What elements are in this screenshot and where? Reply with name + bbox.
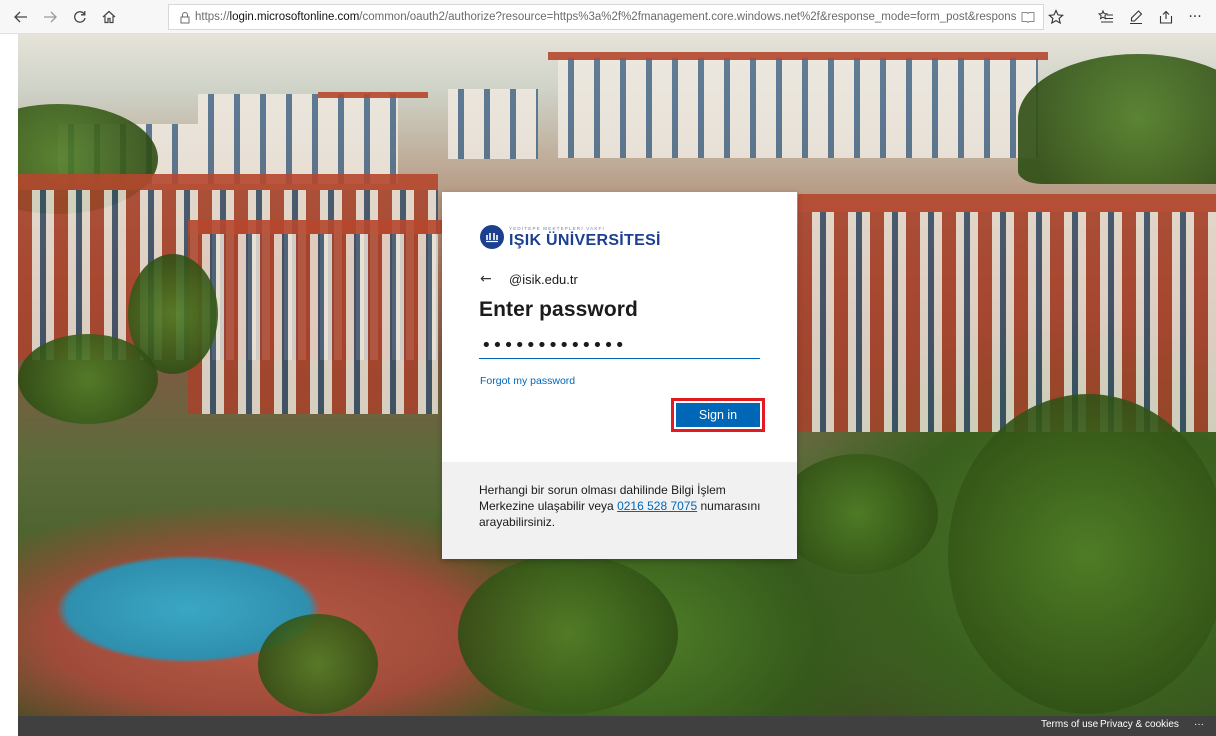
background-tree bbox=[458, 554, 678, 714]
university-logo: YEDİTEPE MEKTEPLERİ VAKFI IŞIK ÜNİVERSİT… bbox=[480, 225, 661, 249]
home-icon[interactable] bbox=[96, 4, 122, 30]
background-building bbox=[558, 58, 1038, 158]
privacy-cookies-link[interactable]: Privacy & cookies bbox=[1100, 719, 1179, 730]
help-phone-link[interactable]: 0216 528 7075 bbox=[617, 499, 697, 513]
background-tree bbox=[18, 334, 158, 424]
favorite-star-icon[interactable] bbox=[1043, 4, 1069, 30]
browser-window: https://login.microsoftonline.com/common… bbox=[0, 0, 1216, 736]
background-building bbox=[198, 94, 398, 184]
background-tree bbox=[778, 454, 938, 574]
favorites-list-icon[interactable] bbox=[1093, 4, 1119, 30]
help-text: Herhangi bir sorun olması dahilinde Bilg… bbox=[479, 482, 769, 530]
terms-of-use-link[interactable]: Terms of use bbox=[1041, 719, 1098, 730]
page-footer-bar: Terms of use Privacy & cookies ··· bbox=[18, 716, 1216, 736]
account-identity: ← @isik.edu.tr bbox=[480, 271, 578, 287]
refresh-icon[interactable] bbox=[67, 4, 93, 30]
url-scheme: https:// bbox=[195, 11, 230, 23]
signin-button[interactable]: Sign in bbox=[676, 403, 760, 427]
login-card-main: YEDİTEPE MEKTEPLERİ VAKFI IŞIK ÜNİVERSİT… bbox=[442, 192, 797, 462]
url-host: login.microsoftonline.com bbox=[229, 11, 360, 23]
account-email: @isik.edu.tr bbox=[509, 271, 578, 287]
lock-icon bbox=[175, 11, 195, 24]
forgot-password-link[interactable]: Forgot my password bbox=[480, 375, 575, 387]
background-roof bbox=[18, 174, 438, 190]
logo-university-name: IŞIK ÜNİVERSİTESİ bbox=[509, 231, 661, 249]
more-icon[interactable]: ··· bbox=[1182, 4, 1208, 30]
footer-more-icon[interactable]: ··· bbox=[1194, 719, 1204, 730]
background-tree bbox=[948, 394, 1216, 714]
page-title: Enter password bbox=[479, 298, 638, 321]
background-tree bbox=[258, 614, 378, 714]
logo-texts: YEDİTEPE MEKTEPLERİ VAKFI IŞIK ÜNİVERSİT… bbox=[509, 226, 661, 249]
window-left-edge bbox=[0, 34, 18, 736]
back-arrow-icon[interactable] bbox=[8, 4, 34, 30]
forward-arrow-icon[interactable] bbox=[37, 4, 63, 30]
login-card: YEDİTEPE MEKTEPLERİ VAKFI IŞIK ÜNİVERSİT… bbox=[442, 192, 797, 559]
pen-icon[interactable] bbox=[1123, 4, 1149, 30]
background-roof bbox=[798, 194, 1216, 212]
url-path: /common/oauth2/authorize?resource=https%… bbox=[359, 11, 1017, 23]
background-building bbox=[798, 212, 1216, 432]
background-building bbox=[188, 234, 438, 414]
browser-toolbar: https://login.microsoftonline.com/common… bbox=[0, 0, 1216, 34]
url-text[interactable]: https://login.microsoftonline.com/common… bbox=[195, 11, 1017, 23]
reading-view-icon[interactable] bbox=[1017, 11, 1039, 23]
password-field[interactable] bbox=[479, 333, 760, 359]
university-emblem-icon bbox=[480, 225, 504, 249]
share-icon[interactable] bbox=[1153, 4, 1179, 30]
address-bar[interactable]: https://login.microsoftonline.com/common… bbox=[168, 4, 1044, 30]
signin-highlight-box: Sign in bbox=[671, 398, 765, 432]
background-roof bbox=[318, 92, 428, 98]
login-card-footer: Herhangi bir sorun olması dahilinde Bilg… bbox=[442, 462, 797, 559]
background-hill bbox=[1018, 54, 1216, 184]
back-icon[interactable]: ← bbox=[480, 271, 500, 287]
background-building bbox=[448, 89, 538, 159]
background-roof bbox=[548, 52, 1048, 60]
